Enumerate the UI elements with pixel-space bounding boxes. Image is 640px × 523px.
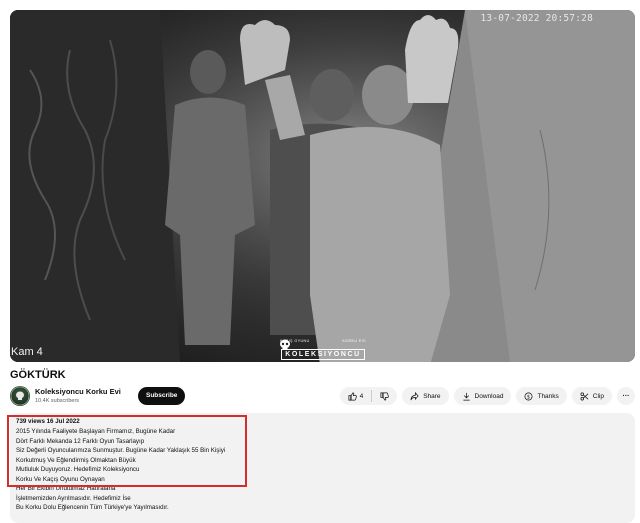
svg-text:$: $ — [527, 394, 530, 400]
thanks-button[interactable]: $ Thanks — [516, 387, 567, 405]
watermark-brand: KOLEKSIYONCU — [281, 349, 365, 360]
scissors-icon — [580, 392, 589, 400]
video-timestamp: 13-07-2022 20:57:28 — [480, 13, 593, 24]
description-line: Bu Korku Dolu Eğlencenin Tüm Türkiye'ye … — [16, 504, 169, 511]
subscribe-button[interactable]: Subscribe — [138, 387, 186, 405]
more-actions-button[interactable]: ··· — [617, 387, 635, 405]
like-divider — [371, 390, 373, 402]
like-count: 4 — [359, 392, 364, 400]
thanks-dollar-icon: $ — [525, 392, 533, 400]
thanks-label: Thanks — [537, 392, 559, 400]
like-button[interactable]: 4 — [348, 392, 364, 401]
clip-label: Clip — [592, 392, 604, 400]
channel-row: Koleksiyoncu Korku Evi 10.4K subscribers… — [10, 385, 635, 407]
channel-name[interactable]: Koleksiyoncu Korku Evi — [35, 387, 121, 396]
share-button[interactable]: Share — [402, 387, 449, 405]
highlight-box — [7, 415, 247, 487]
video-frame-scene — [10, 10, 635, 362]
download-button[interactable]: Download — [453, 387, 512, 405]
more-dots-icon: ··· — [622, 392, 630, 400]
watermark-skull-icon — [280, 339, 290, 350]
clip-button[interactable]: Clip — [571, 387, 612, 405]
avatar-emblem-icon — [10, 386, 30, 406]
thumbs-up-icon — [348, 392, 357, 400]
channel-watermark: KAÇIŞ OYUNU KORKU EVİ KOLEKSIYONCU — [278, 339, 368, 361]
download-icon — [462, 392, 470, 400]
action-bar: 4 Share Download $ Thanks Clip ··· — [339, 387, 635, 405]
video-player[interactable]: 13-07-2022 20:57:28 Kam 4 KAÇIŞ OYUNU KOR… — [10, 10, 635, 362]
thumbs-down-icon — [380, 392, 389, 400]
download-label: Download — [474, 392, 504, 400]
share-arrow-icon — [410, 391, 419, 400]
dislike-button[interactable] — [380, 392, 389, 401]
video-title: GÖKTÜRK — [10, 369, 66, 381]
like-dislike-group: 4 — [339, 387, 398, 405]
share-label: Share — [423, 392, 441, 400]
description-line: İşletmemizden Ayrılmasıdır. Hedefimiz İs… — [16, 494, 131, 502]
subscriber-count: 10.4K subscribers — [35, 398, 80, 404]
watermark-right-text: KORKU EVİ — [342, 339, 366, 343]
channel-avatar[interactable] — [10, 386, 30, 406]
camera-label: Kam 4 — [11, 346, 43, 358]
